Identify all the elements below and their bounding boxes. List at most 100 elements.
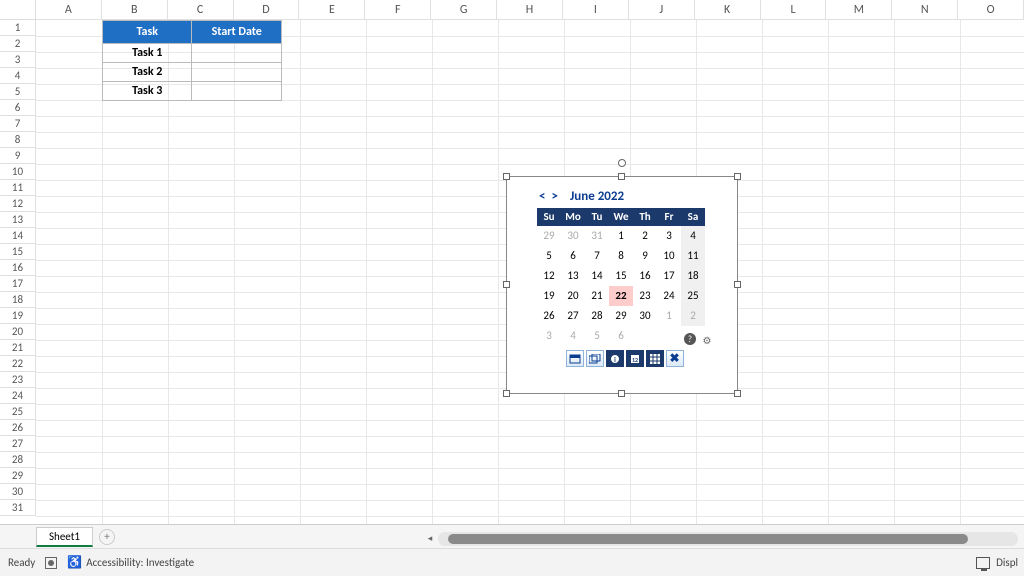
sheet-tab[interactable]: Sheet1 [36,527,93,547]
row-header[interactable]: 27 [0,436,36,452]
prev-month-button[interactable]: < [539,189,545,204]
column-header[interactable]: J [629,0,695,20]
row-header[interactable]: 31 [0,500,36,516]
calendar-day[interactable]: 16 [633,266,657,286]
row-header[interactable]: 30 [0,484,36,500]
column-header[interactable]: H [497,0,563,20]
start-date-cell[interactable] [192,63,282,82]
calendar-day[interactable]: 17 [657,266,681,286]
task-name-cell[interactable]: Task 1 [103,44,192,63]
calendar-day[interactable]: 24 [657,286,681,306]
cal-tool-btn-5[interactable] [646,350,664,367]
column-header[interactable]: I [563,0,629,20]
calendar-day[interactable]: 21 [585,286,609,306]
column-header[interactable]: O [958,0,1024,20]
resize-handle[interactable] [734,173,741,180]
accessibility-icon[interactable]: ♿ [67,555,82,570]
calendar-day[interactable]: 14 [585,266,609,286]
row-header[interactable]: 26 [0,420,36,436]
row-header[interactable]: 19 [0,308,36,324]
row-header[interactable]: 24 [0,388,36,404]
calendar-day[interactable]: 1 [609,226,633,246]
next-month-button[interactable]: > [551,189,557,204]
horizontal-scrollbar[interactable]: ◂ [438,532,1018,546]
resize-handle[interactable] [503,173,510,180]
display-settings-icon[interactable] [976,557,990,569]
row-header[interactable]: 4 [0,68,36,84]
calendar-day[interactable]: 7 [585,246,609,266]
calendar-day[interactable]: 3 [657,226,681,246]
cal-tool-btn-2[interactable] [586,350,604,367]
resize-handle[interactable] [618,390,625,397]
rotate-handle[interactable] [618,159,626,167]
calendar-day[interactable]: 15 [609,266,633,286]
cal-tool-btn-4[interactable]: 12 [626,350,644,367]
row-header[interactable]: 13 [0,212,36,228]
row-header[interactable]: 6 [0,100,36,116]
calendar-day[interactable]: 19 [537,286,561,306]
row-header[interactable]: 14 [0,228,36,244]
table-row[interactable]: Task 1 [103,44,282,63]
help-icon[interactable]: ? [684,333,696,345]
calendar-day[interactable]: 13 [561,266,585,286]
gear-icon[interactable]: ⚙ [700,333,714,347]
row-header[interactable]: 17 [0,276,36,292]
resize-handle[interactable] [618,173,625,180]
calendar-day[interactable]: 26 [537,306,561,326]
cal-tool-btn-3[interactable]: i [606,350,624,367]
calendar-day[interactable]: 25 [681,286,705,306]
calendar-day[interactable]: 30 [561,226,585,246]
row-header[interactable]: 5 [0,84,36,100]
calendar-day[interactable]: 31 [585,226,609,246]
cal-tool-btn-1[interactable] [566,350,584,367]
calendar-day[interactable]: 1 [657,306,681,326]
row-header[interactable]: 11 [0,180,36,196]
task-name-cell[interactable]: Task 2 [103,63,192,82]
cal-close-button[interactable]: ✖ [666,350,684,367]
calendar-day[interactable]: 6 [609,326,633,346]
row-header[interactable]: 20 [0,324,36,340]
add-sheet-button[interactable]: + [99,529,115,545]
start-date-cell[interactable] [192,82,282,101]
calendar-day[interactable]: 3 [537,326,561,346]
accessibility-status[interactable]: Accessibility: Investigate [86,556,194,569]
row-header[interactable]: 16 [0,260,36,276]
calendar-day[interactable]: 10 [657,246,681,266]
column-header[interactable]: N [892,0,958,20]
row-header[interactable]: 28 [0,452,36,468]
column-header[interactable]: E [299,0,365,20]
column-header[interactable]: M [826,0,892,20]
calendar-day[interactable]: 30 [633,306,657,326]
resize-handle[interactable] [734,390,741,397]
scroll-thumb[interactable] [448,534,968,544]
column-header[interactable]: C [168,0,234,20]
row-header[interactable]: 8 [0,132,36,148]
calendar-day[interactable]: 2 [681,306,705,326]
date-picker-object[interactable]: < > June 2022 SuMoTuWeThFrSa293031123456… [506,176,738,394]
column-header[interactable]: D [234,0,300,20]
row-header[interactable]: 9 [0,148,36,164]
table-row[interactable]: Task 3 [103,82,282,101]
calendar-day[interactable]: 6 [561,246,585,266]
table-row[interactable]: Task 2 [103,63,282,82]
row-header[interactable]: 21 [0,340,36,356]
calendar-day[interactable]: 4 [561,326,585,346]
calendar-day[interactable]: 27 [561,306,585,326]
column-header[interactable]: K [695,0,761,20]
column-header[interactable]: L [761,0,827,20]
row-header[interactable]: 2 [0,36,36,52]
row-header[interactable]: 22 [0,356,36,372]
select-all-corner[interactable] [0,0,36,20]
calendar-day[interactable]: 5 [537,246,561,266]
calendar-day[interactable]: 12 [537,266,561,286]
task-name-cell[interactable]: Task 3 [103,82,192,101]
row-header[interactable]: 7 [0,116,36,132]
macro-record-icon[interactable] [45,557,57,569]
calendar-day[interactable]: 18 [681,266,705,286]
column-header[interactable]: F [365,0,431,20]
column-header[interactable]: G [431,0,497,20]
resize-handle[interactable] [503,390,510,397]
calendar-day[interactable]: 4 [681,226,705,246]
calendar-day[interactable]: 20 [561,286,585,306]
resize-handle[interactable] [503,281,510,288]
